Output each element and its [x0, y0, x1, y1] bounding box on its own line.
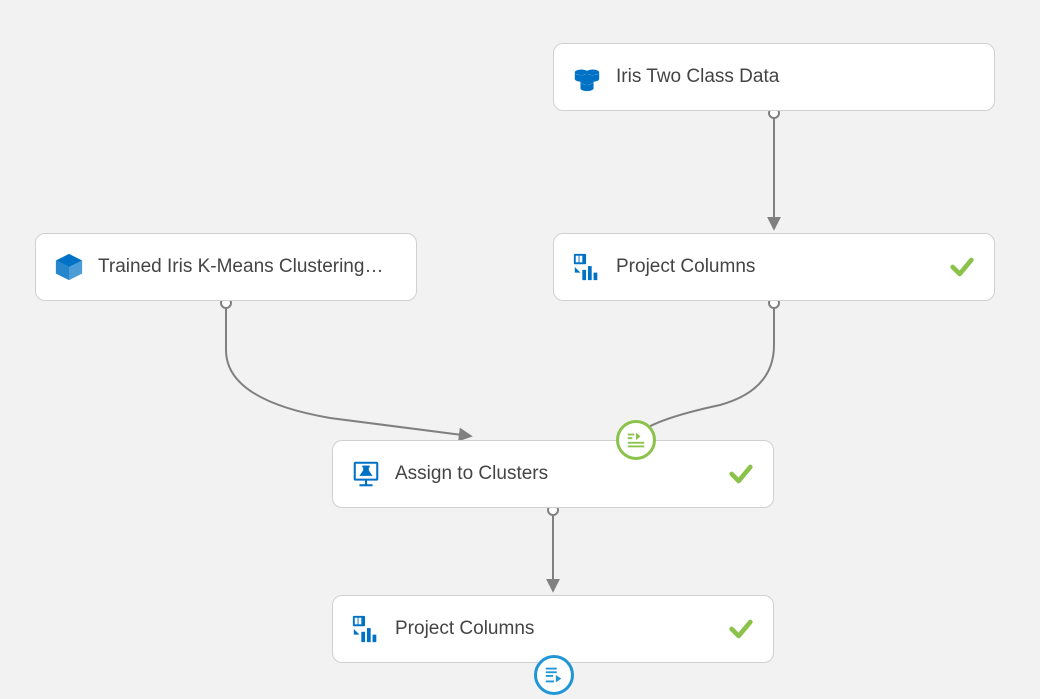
node-project-columns-1[interactable]: Project Columns	[553, 233, 995, 301]
node-label: Project Columns	[616, 256, 938, 278]
node-label: Assign to Clusters	[395, 463, 717, 485]
model-cube-icon	[54, 252, 84, 282]
node-assign-to-clusters[interactable]: Assign to Clusters	[332, 440, 774, 508]
node-label: Trained Iris K-Means Clustering…	[98, 256, 398, 278]
project-columns-icon	[572, 252, 602, 282]
node-trained-iris-kmeans[interactable]: Trained Iris K-Means Clustering…	[35, 233, 417, 301]
output-port-badge[interactable]	[534, 655, 574, 695]
node-label: Iris Two Class Data	[616, 66, 976, 88]
node-label: Project Columns	[395, 618, 717, 640]
input-port-badge[interactable]	[616, 420, 656, 460]
experiment-flask-icon	[351, 459, 381, 489]
node-project-columns-2[interactable]: Project Columns	[332, 595, 774, 663]
databases-icon	[572, 62, 602, 92]
project-columns-icon	[351, 614, 381, 644]
data-input-icon	[625, 429, 647, 451]
check-icon	[727, 615, 755, 643]
check-icon	[727, 460, 755, 488]
data-output-icon	[543, 664, 565, 686]
node-iris-two-class-data[interactable]: Iris Two Class Data	[553, 43, 995, 111]
check-icon	[948, 253, 976, 281]
